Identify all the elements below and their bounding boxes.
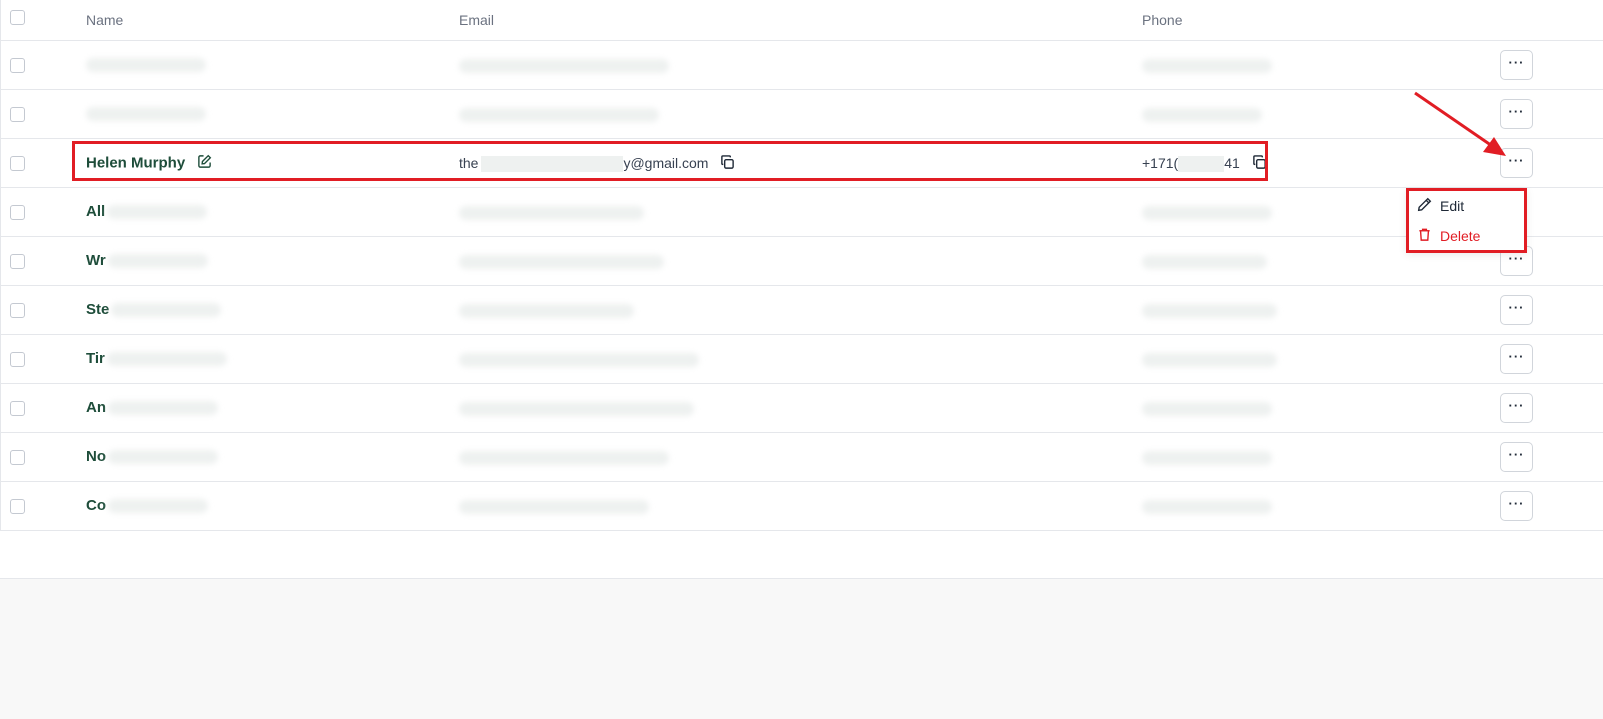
pencil-icon: [1417, 197, 1432, 215]
copy-icon[interactable]: [1252, 155, 1267, 173]
menu-item-edit[interactable]: Edit: [1417, 195, 1464, 217]
column-header-name[interactable]: Name: [86, 12, 123, 28]
contact-phone: +171( 41: [1142, 155, 1267, 173]
email-redacted: [481, 156, 624, 173]
select-all-checkbox[interactable]: [10, 10, 25, 25]
row-actions-button[interactable]: ···: [1500, 491, 1533, 521]
more-horizontal-icon: ···: [1508, 153, 1525, 168]
email-suffix: y@gmail.com: [623, 155, 709, 171]
contact-phone: [1142, 400, 1272, 417]
menu-item-edit-label: Edit: [1440, 198, 1465, 214]
row-actions-button[interactable]: ···: [1500, 99, 1533, 129]
row-checkbox[interactable]: [10, 156, 25, 171]
contact-name[interactable]: Tir: [86, 350, 227, 367]
phone-prefix: +171(: [1142, 155, 1179, 171]
contact-phone: [1142, 253, 1267, 270]
contact-email: [459, 302, 634, 319]
contact-name[interactable]: [86, 105, 206, 122]
contacts-table: Name Email Phone ··· ··· Helen Murphy th…: [0, 0, 1603, 531]
menu-item-delete-label: Delete: [1440, 228, 1481, 244]
row-actions-button[interactable]: ···: [1500, 50, 1533, 80]
row-checkbox[interactable]: [10, 303, 25, 318]
table-row[interactable]: Ste ···: [1, 286, 1603, 335]
row-checkbox[interactable]: [10, 499, 25, 514]
row-actions-button[interactable]: ···: [1500, 344, 1533, 374]
more-horizontal-icon: ···: [1508, 398, 1525, 413]
column-header-email[interactable]: Email: [459, 12, 494, 28]
table-row-selected[interactable]: Helen Murphy the y@gmail.com +171(41 ··…: [1, 139, 1603, 188]
copy-icon[interactable]: [720, 155, 735, 173]
row-actions-button[interactable]: ···: [1500, 148, 1533, 178]
contact-phone: [1142, 449, 1272, 466]
table-row[interactable]: Co ···: [1, 482, 1603, 531]
contact-name[interactable]: Helen Murphy: [86, 154, 212, 173]
contact-phone: [1142, 106, 1262, 123]
row-checkbox[interactable]: [10, 401, 25, 416]
more-horizontal-icon: ···: [1508, 496, 1525, 511]
table-row[interactable]: ···: [1, 41, 1603, 90]
row-checkbox[interactable]: [10, 107, 25, 122]
menu-item-delete[interactable]: Delete: [1417, 225, 1480, 247]
more-horizontal-icon: ···: [1508, 349, 1525, 364]
pencil-square-icon[interactable]: [197, 154, 212, 173]
contact-phone: [1142, 302, 1277, 319]
email-prefix: the: [459, 155, 479, 171]
row-actions-menu: Edit Delete: [1406, 188, 1527, 253]
contact-phone: [1142, 498, 1272, 515]
table-row[interactable]: No ···: [1, 433, 1603, 482]
table-row[interactable]: All: [1, 188, 1603, 237]
contact-name-text: Helen Murphy: [86, 154, 186, 172]
contact-name[interactable]: No: [86, 448, 218, 465]
row-checkbox[interactable]: [10, 352, 25, 367]
contact-email: [459, 449, 669, 466]
row-actions-button[interactable]: ···: [1500, 442, 1533, 472]
more-horizontal-icon: ···: [1508, 251, 1525, 266]
contact-email: [459, 351, 699, 368]
row-checkbox[interactable]: [10, 450, 25, 465]
trash-icon: [1417, 227, 1432, 245]
contact-email: [459, 400, 694, 417]
contact-name[interactable]: Wr: [86, 252, 208, 269]
table-row[interactable]: Wr ···: [1, 237, 1603, 286]
table-row[interactable]: Tir ···: [1, 335, 1603, 384]
table-header: Name Email Phone: [1, 0, 1603, 41]
contact-name[interactable]: Co: [86, 497, 208, 514]
more-horizontal-icon: ···: [1508, 55, 1525, 70]
contact-email: [459, 204, 644, 221]
phone-suffix: 41: [1224, 155, 1240, 171]
row-checkbox[interactable]: [10, 58, 25, 73]
contact-name[interactable]: Ste: [86, 301, 222, 318]
contact-email: [459, 253, 664, 270]
row-checkbox[interactable]: [10, 254, 25, 269]
row-actions-button[interactable]: ···: [1500, 393, 1533, 423]
table-row[interactable]: ···: [1, 90, 1603, 139]
contact-email: [459, 498, 649, 515]
more-horizontal-icon: ···: [1508, 104, 1525, 119]
contact-name[interactable]: An: [86, 399, 218, 416]
row-checkbox[interactable]: [10, 205, 25, 220]
more-horizontal-icon: ···: [1508, 447, 1525, 462]
contact-email: [459, 57, 669, 74]
contact-phone: [1142, 57, 1272, 74]
contact-phone: [1142, 351, 1277, 368]
contacts-panel: Name Email Phone ··· ··· Helen Murphy th…: [0, 0, 1603, 579]
column-header-phone[interactable]: Phone: [1142, 12, 1182, 28]
contact-email: [459, 106, 659, 123]
contact-name[interactable]: All: [86, 203, 208, 220]
table-row[interactable]: An ···: [1, 384, 1603, 433]
phone-redacted: [1178, 156, 1225, 173]
contact-name[interactable]: [86, 56, 206, 73]
more-horizontal-icon: ···: [1508, 300, 1525, 315]
contact-phone: [1142, 204, 1272, 221]
row-actions-button[interactable]: ···: [1500, 295, 1533, 325]
contact-email: the y@gmail.com: [459, 155, 735, 173]
